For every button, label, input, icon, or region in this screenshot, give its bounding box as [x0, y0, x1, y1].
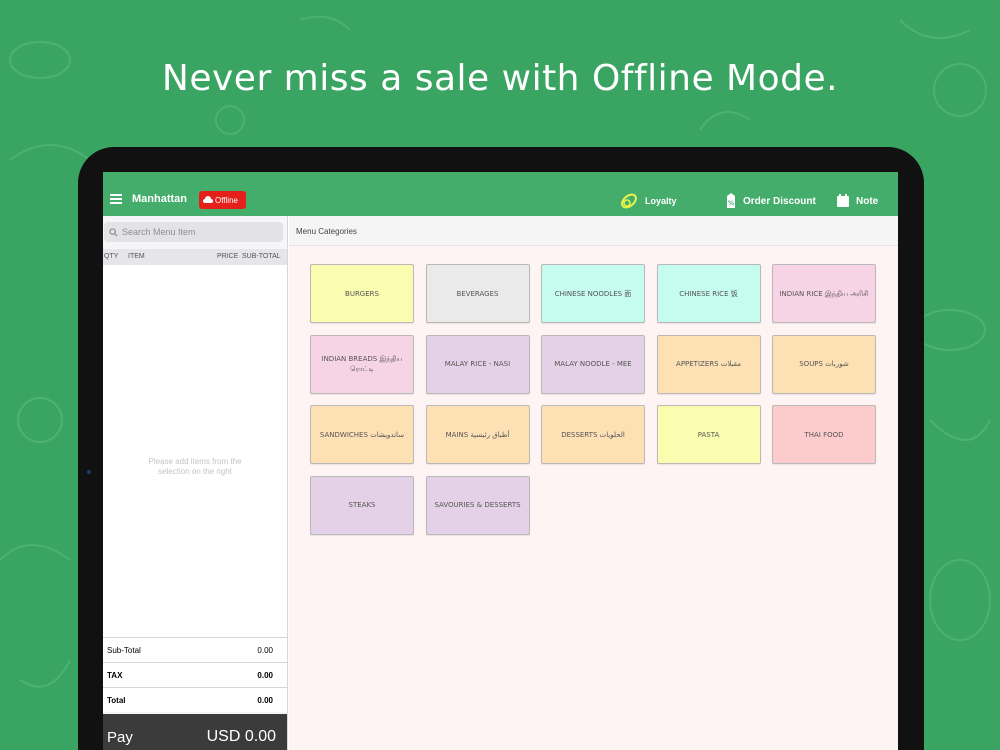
- note-button[interactable]: Note: [836, 190, 878, 212]
- pay-label: Pay: [107, 729, 133, 746]
- offline-label: Offline: [215, 195, 238, 205]
- category-tile[interactable]: INDIAN BREADS இந்திய ரொட்டி: [310, 334, 414, 394]
- category-tile[interactable]: BEVERAGES: [425, 264, 530, 323]
- marketing-headline: Never miss a sale with Offline Mode.: [161, 58, 839, 99]
- category-tile[interactable]: STEAKS: [310, 475, 414, 535]
- total-row: Total 0.00: [103, 687, 287, 712]
- loyalty-label: Loyalty: [645, 196, 677, 206]
- pos-screen: Manhattan Offline Loyalty % Order Discou…: [103, 172, 898, 750]
- category-tile[interactable]: SAVOURIES & DESSERTS: [425, 475, 530, 535]
- category-tile[interactable]: MALAY RICE - NASI: [425, 334, 530, 394]
- discount-tag-icon: %: [727, 193, 735, 208]
- category-tile[interactable]: PASTA: [656, 405, 761, 464]
- search-icon: [109, 227, 118, 237]
- order-discount-label: Order Discount: [743, 195, 816, 207]
- category-tile[interactable]: BURGERS: [310, 264, 414, 323]
- loyalty-button[interactable]: Loyalty: [619, 190, 677, 212]
- note-label: Note: [856, 195, 879, 207]
- category-tile[interactable]: MALAY NOODLE - MEE: [541, 334, 645, 394]
- offline-badge: Offline: [199, 191, 246, 209]
- subtotal-label: Sub-Total: [107, 646, 141, 655]
- category-tile[interactable]: THAI FOOD: [772, 405, 876, 464]
- pay-amount: USD 0.00: [206, 728, 276, 745]
- pay-button[interactable]: Pay USD 0.00: [103, 714, 287, 750]
- menu-categories-header: Menu Categories: [289, 216, 898, 246]
- category-tile[interactable]: SOUPS شوربات: [772, 334, 876, 394]
- category-tile[interactable]: APPETIZERS مقبلات: [656, 334, 761, 394]
- store-name: Manhattan: [132, 193, 187, 205]
- hamburger-menu-icon[interactable]: [110, 194, 122, 204]
- order-discount-button[interactable]: % Order Discount: [725, 190, 816, 212]
- total-value: 0.00: [257, 696, 273, 705]
- category-tile[interactable]: INDIAN RICE இந்திய அரிசி: [772, 264, 876, 323]
- order-table-header: QTY ITEM PRICE SUB-TOTAL: [103, 249, 287, 265]
- note-icon: [837, 194, 849, 207]
- subtotal-row: Sub-Total 0.00: [103, 637, 287, 662]
- category-tile[interactable]: CHINESE NOODLES 面: [541, 264, 645, 323]
- item-column-header: ITEM: [128, 253, 145, 260]
- category-tile[interactable]: SANDWICHES ساندويشات: [310, 405, 414, 464]
- subtotal-value: 0.00: [257, 646, 273, 655]
- qty-column-header: QTY: [104, 253, 119, 260]
- subtotal-column-header: SUB-TOTAL: [242, 253, 281, 260]
- search-box[interactable]: [104, 222, 283, 242]
- total-label: Total: [107, 696, 126, 705]
- category-tile[interactable]: DESSERTS الحلويات: [541, 405, 645, 464]
- cloud-offline-icon: [203, 196, 213, 203]
- camera-dot: [87, 470, 91, 474]
- svg-text:%: %: [728, 200, 734, 207]
- top-bar: Manhattan Offline Loyalty % Order Discou…: [103, 172, 898, 216]
- tax-label: TAX: [107, 671, 123, 680]
- price-column-header: PRICE: [217, 253, 239, 260]
- empty-order-message: Please add items from the selection on t…: [148, 457, 242, 476]
- search-menu-input[interactable]: [122, 227, 272, 237]
- order-panel: QTY ITEM PRICE SUB-TOTAL Please add item…: [103, 216, 288, 750]
- totals-section: Sub-Total 0.00 TAX 0.00 Total 0.00: [103, 637, 287, 712]
- menu-panel: Menu Categories BURGERS BEVERAGES CHINESE …: [289, 216, 898, 750]
- category-tile[interactable]: MAINS أطباق رئيسية: [425, 405, 530, 464]
- loyalty-icon: [621, 193, 637, 209]
- tax-row: TAX 0.00: [103, 662, 287, 687]
- order-items-list: [103, 265, 287, 638]
- tax-value: 0.00: [257, 671, 273, 680]
- category-tile[interactable]: CHINESE RICE 饭: [656, 264, 761, 323]
